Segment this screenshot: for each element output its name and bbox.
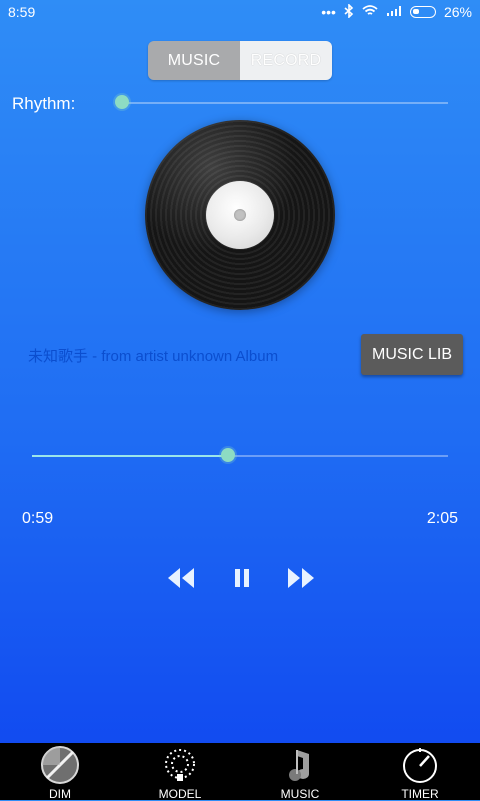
progress-slider-thumb[interactable] bbox=[220, 448, 235, 462]
wifi-icon bbox=[362, 4, 378, 20]
fast-forward-button[interactable] bbox=[282, 560, 322, 600]
battery-icon bbox=[409, 6, 436, 18]
rhythm-slider-track[interactable] bbox=[122, 102, 448, 104]
record-mode-button[interactable]: RECORD bbox=[240, 41, 332, 80]
mode-toggle: MUSIC RECORD bbox=[148, 41, 332, 80]
record-label bbox=[206, 181, 274, 249]
music-lib-button[interactable]: MUSIC LIB bbox=[361, 334, 463, 375]
rewind-icon bbox=[164, 562, 196, 599]
nav-item-model[interactable]: MODEL bbox=[120, 743, 240, 801]
battery-percent: 26% bbox=[443, 4, 472, 20]
dots-icon: ••• bbox=[321, 4, 336, 20]
elapsed-time: 0:59 bbox=[22, 510, 54, 527]
nav-item-music[interactable]: MUSIC bbox=[240, 743, 360, 801]
song-info-text: 未知歌手 - from artist unknown Album bbox=[28, 348, 279, 365]
progress-slider-fill bbox=[32, 455, 228, 457]
vinyl-record bbox=[145, 120, 335, 310]
playback-controls bbox=[160, 560, 330, 600]
model-icon bbox=[159, 744, 201, 786]
record-center-hole bbox=[234, 209, 246, 221]
pause-icon bbox=[226, 562, 258, 599]
nav-label-music: MUSIC bbox=[280, 787, 320, 801]
status-icons: ••• 26% bbox=[321, 2, 472, 21]
music-note-icon bbox=[279, 744, 321, 786]
nav-item-timer[interactable]: TIMER bbox=[360, 743, 480, 801]
nav-item-dim[interactable]: DIM bbox=[0, 743, 120, 801]
pause-button[interactable] bbox=[222, 560, 262, 600]
timer-icon bbox=[399, 744, 441, 786]
status-bar: 8:59 ••• 26% bbox=[0, 0, 480, 24]
nav-label-dim: DIM bbox=[49, 787, 71, 801]
nav-label-timer: TIMER bbox=[401, 787, 439, 801]
duration-time: 2:05 bbox=[426, 510, 458, 527]
bluetooth-icon bbox=[344, 2, 354, 21]
clock: 8:59 bbox=[8, 4, 36, 20]
nav-label-model: MODEL bbox=[158, 787, 202, 801]
fast-forward-icon bbox=[286, 562, 318, 599]
rhythm-slider-thumb[interactable] bbox=[115, 95, 129, 109]
rhythm-label: Rhythm: bbox=[12, 94, 76, 113]
dim-icon bbox=[39, 744, 81, 786]
rewind-button[interactable] bbox=[160, 560, 200, 600]
bottom-navigation: DIM MODEL MUSIC TIMER bbox=[0, 743, 480, 801]
music-mode-button[interactable]: MUSIC bbox=[148, 41, 240, 80]
signal-icon bbox=[386, 4, 402, 20]
